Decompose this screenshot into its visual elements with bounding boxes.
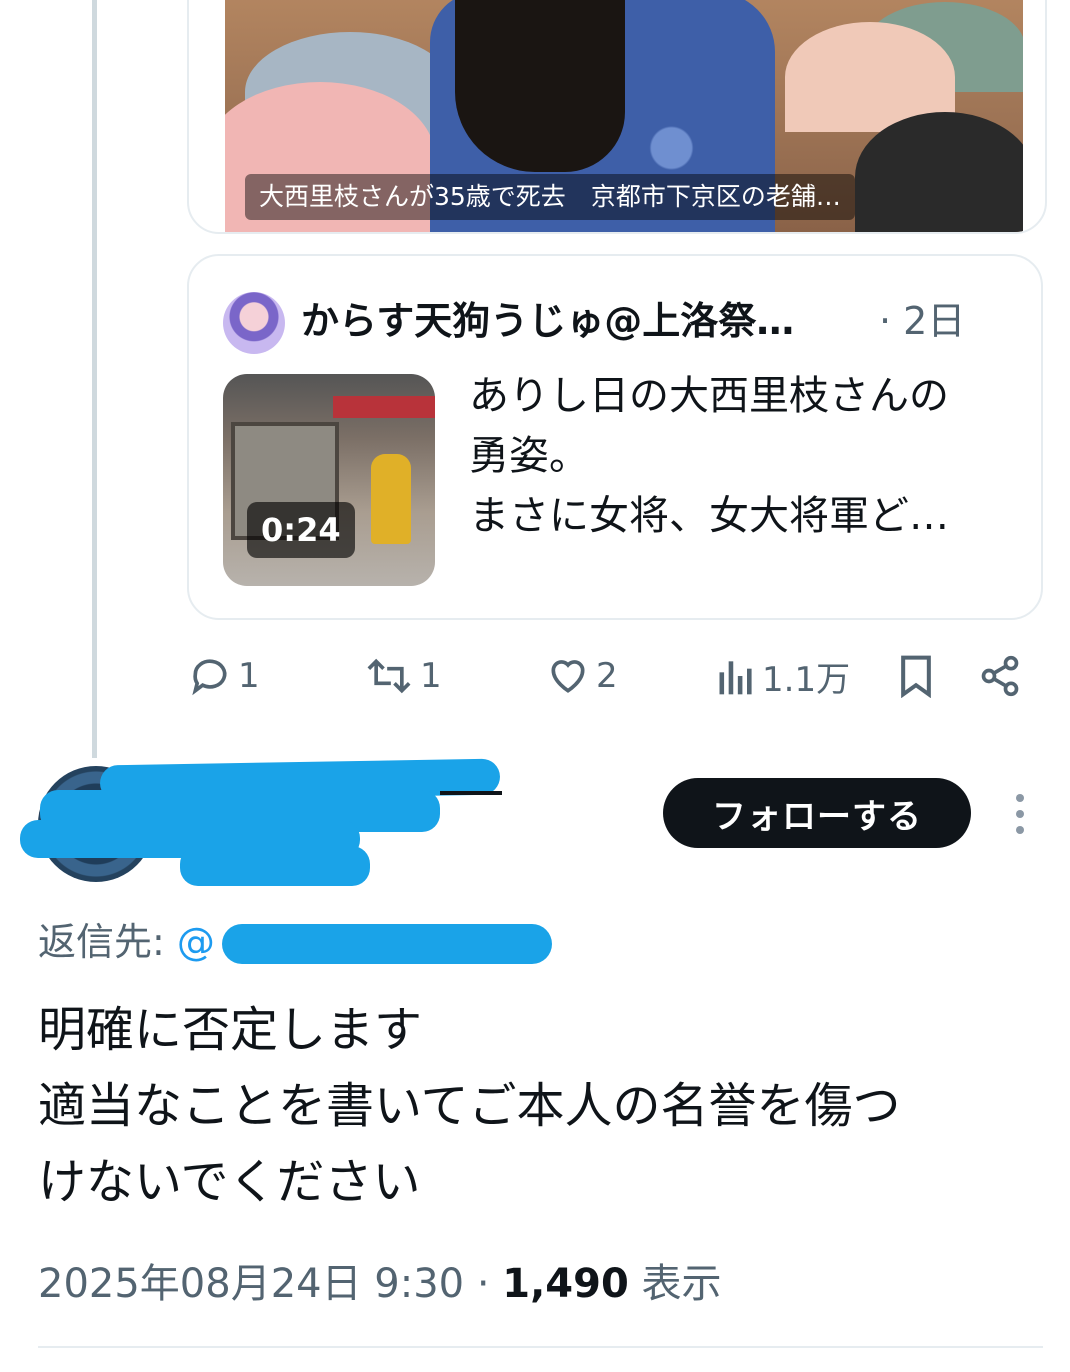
quoted-tweet-card[interactable]: からす天狗うじゅ@上洛祭… · 2日 0:24 ありし日の大西里枝さんの 勇姿。… (187, 254, 1043, 620)
tweet-view-label: 表示 (628, 1261, 722, 1307)
retweet-icon (367, 658, 411, 694)
quoted-author-name: からす天狗うじゅ@上洛祭… (301, 299, 795, 343)
reply-to-mention[interactable]: @ (177, 920, 215, 964)
divider (38, 1346, 1043, 1348)
views-count: 1.1万 (762, 659, 851, 700)
redaction-mark (222, 924, 552, 964)
bookmark-icon (901, 655, 931, 698)
reply-text-line: 明確に否定します (38, 1002, 423, 1058)
more-options-icon[interactable] (1006, 792, 1034, 836)
reply-count: 1 (238, 656, 260, 696)
share-button[interactable] (978, 648, 1022, 704)
quoted-tweet-time: · 2日 (879, 299, 966, 343)
heart-icon (551, 660, 585, 693)
bar-chart-icon (719, 661, 752, 695)
retweet-button[interactable]: 1 (364, 648, 442, 704)
reply-to-label: 返信先: (38, 920, 165, 964)
reply-icon (192, 659, 227, 696)
share-icon (981, 655, 1019, 697)
quoted-text-line: 勇姿。 (469, 433, 589, 479)
tweet-view-count: 1,490 (502, 1261, 629, 1307)
reply-text-line: けないでください (38, 1154, 421, 1210)
reply-button[interactable]: 1 (188, 648, 260, 704)
reply-tweet-text: 明確に否定します 適当なことを書いてご本人の名誉を傷つ けないでください (38, 992, 1038, 1220)
article-link-card[interactable]: 大西里枝さんが35歳で死去 京都市下京区の老舗… (187, 0, 1047, 234)
follow-button[interactable]: フォローする (663, 778, 971, 848)
tweet-meta: 2025年08月24日 9:30 · 1,490 表示 (38, 1254, 722, 1314)
reply-text-line: 適当なことを書いてご本人の名誉を傷つ (38, 1078, 901, 1134)
redaction-mark (180, 846, 370, 886)
like-count: 2 (596, 656, 618, 696)
quoted-tweet-text: ありし日の大西里枝さんの 勇姿。 まさに女将、女大将軍ど… (469, 366, 1017, 546)
article-headline: 大西里枝さんが35歳で死去 京都市下京区の老舗… (245, 174, 855, 220)
reply-to-line: 返信先: @ (38, 914, 215, 970)
video-duration-badge: 0:24 (247, 502, 355, 558)
views-button[interactable]: 1.1万 (716, 648, 850, 704)
quoted-video-thumbnail[interactable]: 0:24 (223, 374, 435, 586)
like-button[interactable]: 2 (546, 648, 618, 704)
quoted-text-line: ありし日の大西里枝さんの (469, 373, 949, 419)
quoted-text-line: まさに女将、女大将軍ど… (469, 493, 949, 539)
tweet-timestamp[interactable]: 2025年08月24日 9:30 · (38, 1261, 502, 1307)
quoted-author-avatar[interactable] (223, 292, 285, 354)
bookmark-button[interactable] (896, 648, 936, 704)
thread-line (92, 0, 97, 758)
retweet-count: 1 (420, 656, 442, 696)
